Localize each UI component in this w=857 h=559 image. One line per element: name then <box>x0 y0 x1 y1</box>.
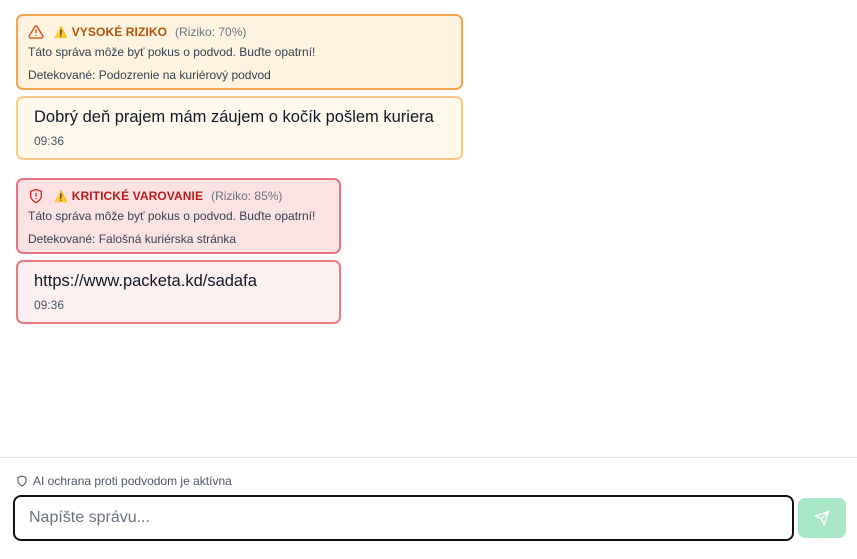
fraud-alert-high: ⚠️ VYSOKÉ RIZIKO (Riziko: 70%) Táto sprá… <box>16 14 463 90</box>
alert-risk: (Riziko: 70%) <box>175 25 247 39</box>
send-icon <box>814 510 830 526</box>
warning-triangle-icon <box>28 24 44 40</box>
shield-icon <box>16 475 28 487</box>
protection-status: AI ochrana proti podvodom je aktívna <box>16 474 232 488</box>
message-bubble: https://www.packeta.kd/sadafa 09:36 <box>16 260 341 324</box>
message-bubble: Dobrý deň prajem mám záujem o kočík pošl… <box>16 96 463 160</box>
footer-divider <box>0 457 857 458</box>
message-text[interactable]: https://www.packeta.kd/sadafa <box>34 270 323 292</box>
message-input-wrapper <box>13 495 794 541</box>
warning-emoji-icon: ⚠️ <box>54 26 68 39</box>
alert-title: KRITICKÉ VAROVANIE <box>71 189 204 203</box>
message-group-2: ⚠️ KRITICKÉ VAROVANIE (Riziko: 85%) Táto… <box>16 178 341 324</box>
message-time: 09:36 <box>34 134 65 148</box>
message-time: 09:36 <box>34 298 65 312</box>
alert-risk: (Riziko: 85%) <box>211 189 283 203</box>
alert-warning-text: Táto správa môže byť pokus o podvod. Buď… <box>28 209 316 223</box>
message-group-1: ⚠️ VYSOKÉ RIZIKO (Riziko: 70%) Táto sprá… <box>16 14 463 160</box>
alert-detected-text: Detekované: Podozrenie na kuriérový podv… <box>28 68 271 82</box>
send-button[interactable] <box>798 498 846 538</box>
protection-status-text: AI ochrana proti podvodom je aktívna <box>33 474 232 488</box>
fraud-alert-critical: ⚠️ KRITICKÉ VAROVANIE (Riziko: 85%) Táto… <box>16 178 341 254</box>
alert-warning-text: Táto správa môže byť pokus o podvod. Buď… <box>28 45 316 59</box>
shield-alert-icon <box>28 188 44 204</box>
alert-detected-text: Detekované: Falošná kuriérska stránka <box>28 232 237 246</box>
warning-emoji-icon: ⚠️ <box>54 190 68 203</box>
message-input[interactable] <box>15 497 792 539</box>
message-text: Dobrý deň prajem mám záujem o kočík pošl… <box>34 108 434 126</box>
alert-title: VYSOKÉ RIZIKO <box>71 25 168 39</box>
